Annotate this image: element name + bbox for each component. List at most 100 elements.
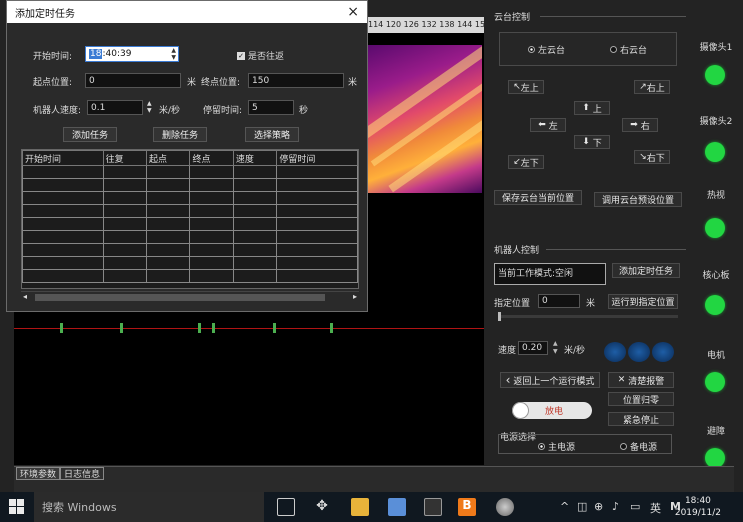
table-row[interactable] [22,269,358,283]
taskbar-search-input[interactable]: 搜索 Windows [34,492,264,522]
table-cell[interactable] [276,191,358,205]
slider-handle[interactable] [498,312,501,321]
round-trip-checkbox[interactable]: ✓ 是否往返 [237,49,284,62]
table-row[interactable] [22,230,358,244]
b-app-icon[interactable]: B [458,498,476,516]
table-cell[interactable] [232,230,278,244]
tray-shield-icon[interactable]: ⊕ [594,500,603,513]
table-cell[interactable] [22,217,104,231]
taskbar-clock[interactable]: 18:40 2019/11/2 [675,495,721,519]
table-cell[interactable] [189,230,234,244]
table-cell[interactable] [232,243,278,257]
scroll-left-icon[interactable]: ◂ [23,292,27,301]
table-cell[interactable] [276,230,358,244]
table-cell[interactable] [189,165,234,179]
table-horizontal-scrollbar[interactable]: ◂ ▸ [21,291,359,303]
backup-power-radio[interactable]: 备电源 [620,440,657,453]
fan-app-icon[interactable]: ✥ [313,498,331,516]
tray-volume-icon[interactable]: ♪ [612,500,619,513]
table-cell[interactable] [22,230,104,244]
table-cell[interactable] [189,243,234,257]
speed-mid-button[interactable] [628,342,650,362]
run-to-target-button[interactable]: 运行到指定位置 [608,294,678,309]
ptz-right-button[interactable]: ➡ 右 [622,118,658,132]
table-cell[interactable] [276,204,358,218]
table-cell[interactable] [102,191,148,205]
table-row[interactable] [22,243,358,257]
table-cell[interactable] [102,178,148,192]
table-cell[interactable] [22,191,104,205]
table-cell[interactable] [232,217,278,231]
speed-spinner[interactable]: ▲ ▼ [553,340,558,356]
table-cell[interactable] [146,191,191,205]
position-slider[interactable] [498,312,678,321]
column-header[interactable]: 速度 [232,150,278,166]
table-row[interactable] [22,256,358,270]
table-cell[interactable] [146,217,191,231]
dwell-time-input[interactable]: 5 [248,100,294,115]
table-cell[interactable] [102,165,148,179]
table-cell[interactable] [276,217,358,231]
return-prev-mode-button[interactable]: ‹ 返回上一个运行模式 [500,372,600,388]
add-timed-task-button[interactable]: 添加定时任务 [612,263,680,278]
table-cell[interactable] [22,178,104,192]
table-cell[interactable] [146,165,191,179]
close-icon[interactable]: × [347,4,359,20]
tab-log-info[interactable]: 日志信息 [60,467,105,480]
table-cell[interactable] [146,178,191,192]
start-time-input[interactable]: 18:40:39 ▲ ▼ [85,46,179,62]
save-preset-button[interactable]: 保存云台当前位置 [494,190,582,205]
table-cell[interactable] [276,243,358,257]
column-header[interactable]: 终点 [189,150,234,166]
table-cell[interactable] [232,191,278,205]
main-power-radio[interactable]: 主电源 [538,440,575,453]
table-cell[interactable] [189,269,234,283]
table-cell[interactable] [232,256,278,270]
windows-start-icon[interactable] [9,499,25,515]
ptz-left-button[interactable]: ⬅ 左 [530,118,566,132]
column-header[interactable]: 开始时间 [22,150,104,166]
table-cell[interactable] [102,256,148,270]
start-position-input[interactable]: 0 [85,73,181,88]
column-header[interactable]: 停留时间 [276,150,358,166]
file-explorer-icon[interactable] [351,498,369,516]
scrollbar-thumb[interactable] [35,294,325,301]
app-window-icon[interactable] [388,498,406,516]
task-view-icon[interactable] [277,498,295,516]
table-cell[interactable] [146,256,191,270]
speed-spinner-icon[interactable]: ▲ ▼ [147,100,152,114]
table-cell[interactable] [146,204,191,218]
table-cell[interactable] [232,178,278,192]
ptz-down-left-button[interactable]: ↙ 左下 [508,155,544,169]
table-cell[interactable] [22,165,104,179]
time-spinner-icon[interactable]: ▲ ▼ [171,47,176,61]
table-row[interactable] [22,165,358,179]
left-ptz-radio[interactable]: 左云台 [528,43,565,56]
clear-alarm-button[interactable]: ✕ 清楚报警 [608,372,674,388]
table-cell[interactable] [102,230,148,244]
scroll-right-icon[interactable]: ▸ [353,292,357,301]
delete-task-button[interactable]: 删除任务 [153,127,207,142]
table-cell[interactable] [189,204,234,218]
browser-icon[interactable] [496,498,514,516]
table-cell[interactable] [276,256,358,270]
tray-chevron-up-icon[interactable]: ^ [560,500,569,513]
target-position-input[interactable]: 0 [538,294,580,308]
speed-slow-button[interactable] [604,342,626,362]
ptz-down-button[interactable]: ⬇ 下 [574,135,610,149]
emergency-stop-button[interactable]: 紧急停止 [608,412,674,426]
table-row[interactable] [22,191,358,205]
table-cell[interactable] [146,243,191,257]
table-cell[interactable] [276,269,358,283]
reset-position-button[interactable]: 位置归零 [608,392,674,406]
table-cell[interactable] [22,256,104,270]
table-cell[interactable] [276,165,358,179]
table-cell[interactable] [102,217,148,231]
ptz-up-right-button[interactable]: ↗ 右上 [634,80,670,94]
table-cell[interactable] [102,243,148,257]
discharge-toggle[interactable]: 放电 [512,402,592,419]
console-app-icon[interactable] [424,498,442,516]
table-cell[interactable] [189,191,234,205]
right-ptz-radio[interactable]: 右云台 [610,43,647,56]
table-cell[interactable] [189,256,234,270]
